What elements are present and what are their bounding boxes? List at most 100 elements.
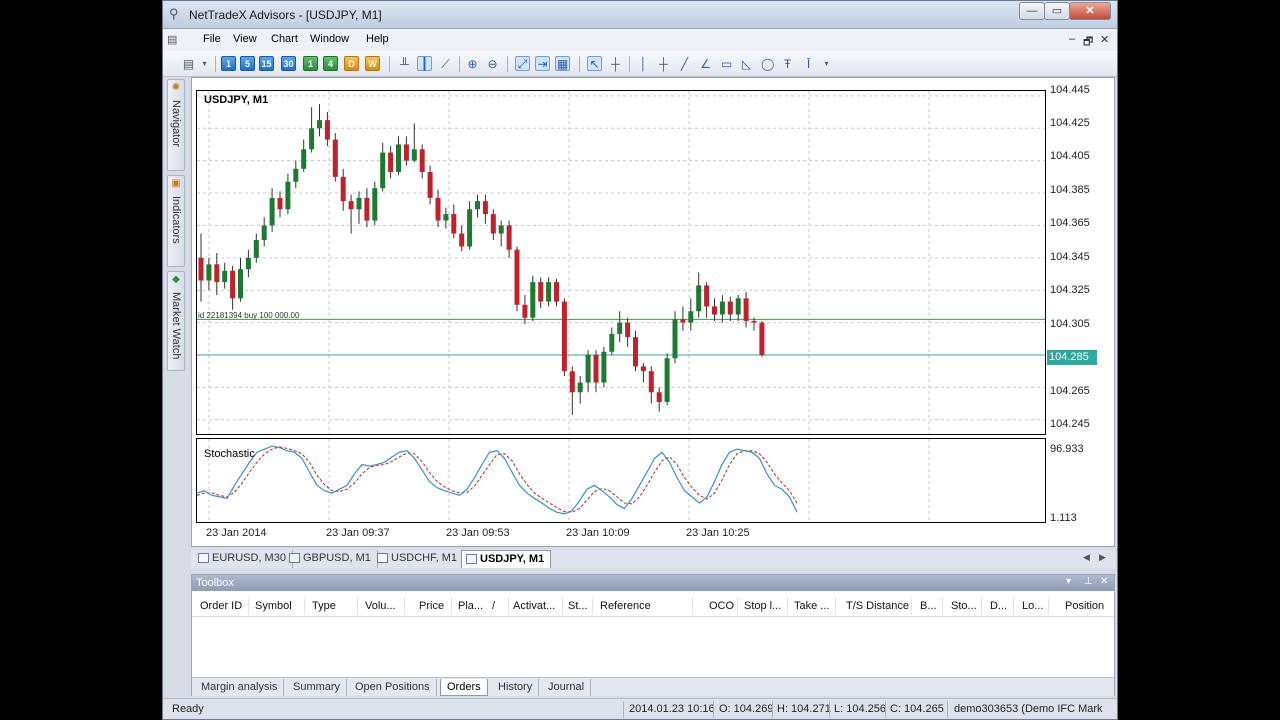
column-ts-distance[interactable]: T/S Distance: [846, 600, 909, 612]
auto-scroll-icon[interactable]: ⤢: [515, 56, 530, 71]
column-b[interactable]: B...: [920, 600, 937, 612]
tab-scroll-left-icon[interactable]: ◀: [1083, 552, 1090, 563]
column-stop-loss[interactable]: Stop l...: [744, 600, 781, 612]
vertical-line-icon[interactable]: │: [636, 56, 651, 71]
side-panel-tabs: ✺ Navigator ▣ Indicators ◆ Market Watch: [167, 79, 185, 379]
tools-dropdown-icon[interactable]: ▾: [819, 56, 834, 71]
side-tab-market-watch[interactable]: ◆ Market Watch: [167, 271, 185, 371]
column-type[interactable]: Type: [312, 600, 336, 612]
side-tab-indicators[interactable]: ▣ Indicators: [167, 175, 185, 267]
column-symbol[interactable]: Symbol: [255, 600, 292, 612]
grid-icon[interactable]: ▦: [555, 56, 570, 71]
candle-body: [640, 366, 646, 372]
ellipse-icon[interactable]: ◯: [760, 56, 775, 71]
side-tab-navigator[interactable]: ✺ Navigator: [167, 79, 185, 171]
timeframe-w1-button[interactable]: W: [365, 56, 380, 71]
menu-help[interactable]: Help: [366, 33, 389, 45]
column-take-profit[interactable]: Take ...: [794, 600, 829, 612]
rectangle-icon[interactable]: ▭: [719, 56, 734, 71]
close-button[interactable]: ✕: [1069, 2, 1111, 20]
mdi-minimize-button[interactable]: –: [1069, 33, 1075, 45]
column-reference[interactable]: Reference: [600, 600, 651, 612]
line-chart-icon[interactable]: ⟋: [438, 56, 453, 71]
column-lo[interactable]: Lo...: [1022, 600, 1043, 612]
tab-history[interactable]: History: [492, 679, 540, 696]
maximize-button[interactable]: ▭: [1044, 2, 1070, 20]
column-order-id[interactable]: Order ID: [200, 600, 242, 612]
mdi-close-button[interactable]: ✕: [1100, 33, 1109, 46]
column-placed[interactable]: Pla...: [458, 600, 483, 612]
toolbox-close-icon[interactable]: ✕: [1100, 576, 1108, 587]
tab-scroll-right-icon[interactable]: ▶: [1099, 552, 1106, 563]
candle-body: [482, 201, 488, 215]
timeframe-h4-button[interactable]: 4: [323, 56, 338, 71]
candle-body: [561, 301, 567, 372]
chart-symbol-label: USDJPY, M1: [204, 94, 269, 106]
chart-tab-gbpusd[interactable]: GBPUSD, M1: [285, 550, 378, 568]
candle-body: [214, 264, 220, 283]
column-d[interactable]: D...: [990, 600, 1007, 612]
column-sto[interactable]: Sto...: [951, 600, 977, 612]
cursor-icon[interactable]: ↖: [587, 56, 602, 71]
toolbox-pin-icon[interactable]: ⊥: [1084, 576, 1093, 587]
candle-body: [593, 355, 599, 383]
triangle-icon[interactable]: ◺: [739, 56, 754, 71]
menu-chart[interactable]: Chart: [271, 33, 298, 45]
zoom-out-icon[interactable]: ⊖: [485, 56, 500, 71]
column-activation[interactable]: Activat...: [513, 600, 555, 612]
tab-margin-analysis[interactable]: Margin analysis: [195, 679, 285, 696]
candle-body: [688, 311, 694, 323]
tab-summary[interactable]: Summary: [287, 679, 348, 696]
fibonacci-icon[interactable]: Ī: [801, 56, 816, 71]
timeframe-m1-button[interactable]: 1: [221, 56, 236, 71]
zoom-in-icon[interactable]: ⊕: [465, 56, 480, 71]
mdi-restore-button[interactable]: 🗗: [1083, 33, 1093, 52]
column-status[interactable]: St...: [568, 600, 588, 612]
timeframe-m5-button[interactable]: 5: [240, 56, 255, 71]
order-line-label[interactable]: id 22181394 buy 100 000.00: [198, 311, 299, 320]
candle-body: [245, 257, 251, 270]
candle-body: [285, 181, 291, 210]
candle-body: [443, 214, 449, 221]
column-price[interactable]: Price: [419, 600, 444, 612]
title-bar[interactable]: ⚲ NetTradeX Advisors - [USDJPY, M1] — ▭ …: [163, 1, 1117, 29]
market-watch-icon: ◆: [172, 274, 180, 285]
chart-window[interactable]: USDJPY, M1 Stochastic id 22181394 buy 10…: [191, 77, 1115, 547]
candle-body: [569, 371, 575, 393]
tab-journal[interactable]: Journal: [542, 679, 592, 696]
timeframe-d1-button[interactable]: D: [344, 56, 359, 71]
column-position[interactable]: Position: [1065, 600, 1104, 612]
candle-body: [585, 355, 591, 383]
candle-body: [253, 240, 259, 258]
time-label: 23 Jan 2014: [206, 527, 267, 539]
candlestick-chart-icon[interactable]: ┃: [417, 56, 432, 71]
chart-shift-icon[interactable]: ⇥: [535, 56, 550, 71]
toolbar-dropdown-icon[interactable]: ▾: [197, 56, 212, 71]
candle-body: [317, 120, 322, 129]
trend-angle-icon[interactable]: ∠: [698, 56, 713, 71]
timeframe-m15-button[interactable]: 15: [259, 56, 274, 71]
bar-chart-icon[interactable]: ╨: [397, 56, 412, 71]
tab-open-positions[interactable]: Open Positions: [349, 679, 437, 696]
column-volume[interactable]: Volu...: [365, 600, 396, 612]
text-tool-icon[interactable]: Ŧ: [780, 56, 795, 71]
column-oco[interactable]: OCO: [709, 600, 734, 612]
minimize-button[interactable]: —: [1019, 2, 1045, 20]
menu-window[interactable]: Window: [310, 33, 349, 45]
chart-tab-eurusd[interactable]: EURUSD, M30: [194, 550, 293, 568]
new-chart-icon[interactable]: ▤: [181, 56, 196, 71]
column-slash[interactable]: /: [492, 600, 495, 612]
crosshair-icon[interactable]: ┼: [608, 56, 623, 71]
chart-tab-usdchf[interactable]: USDCHF, M1: [373, 550, 465, 568]
tab-orders[interactable]: Orders: [440, 679, 488, 696]
chart-tab-usdjpy[interactable]: USDJPY, M1: [461, 550, 552, 568]
toolbox-menu-icon[interactable]: ▾: [1066, 576, 1071, 587]
price-chart[interactable]: [196, 90, 1046, 435]
timeframe-m30-button[interactable]: 30: [281, 56, 296, 71]
horizontal-line-icon[interactable]: ┼: [656, 56, 671, 71]
menu-file[interactable]: File: [203, 33, 221, 45]
menu-view[interactable]: View: [233, 33, 257, 45]
timeframe-h1-button[interactable]: 1: [303, 56, 318, 71]
trend-line-icon[interactable]: ╱: [677, 56, 692, 71]
stochastic-chart[interactable]: [196, 438, 1046, 523]
